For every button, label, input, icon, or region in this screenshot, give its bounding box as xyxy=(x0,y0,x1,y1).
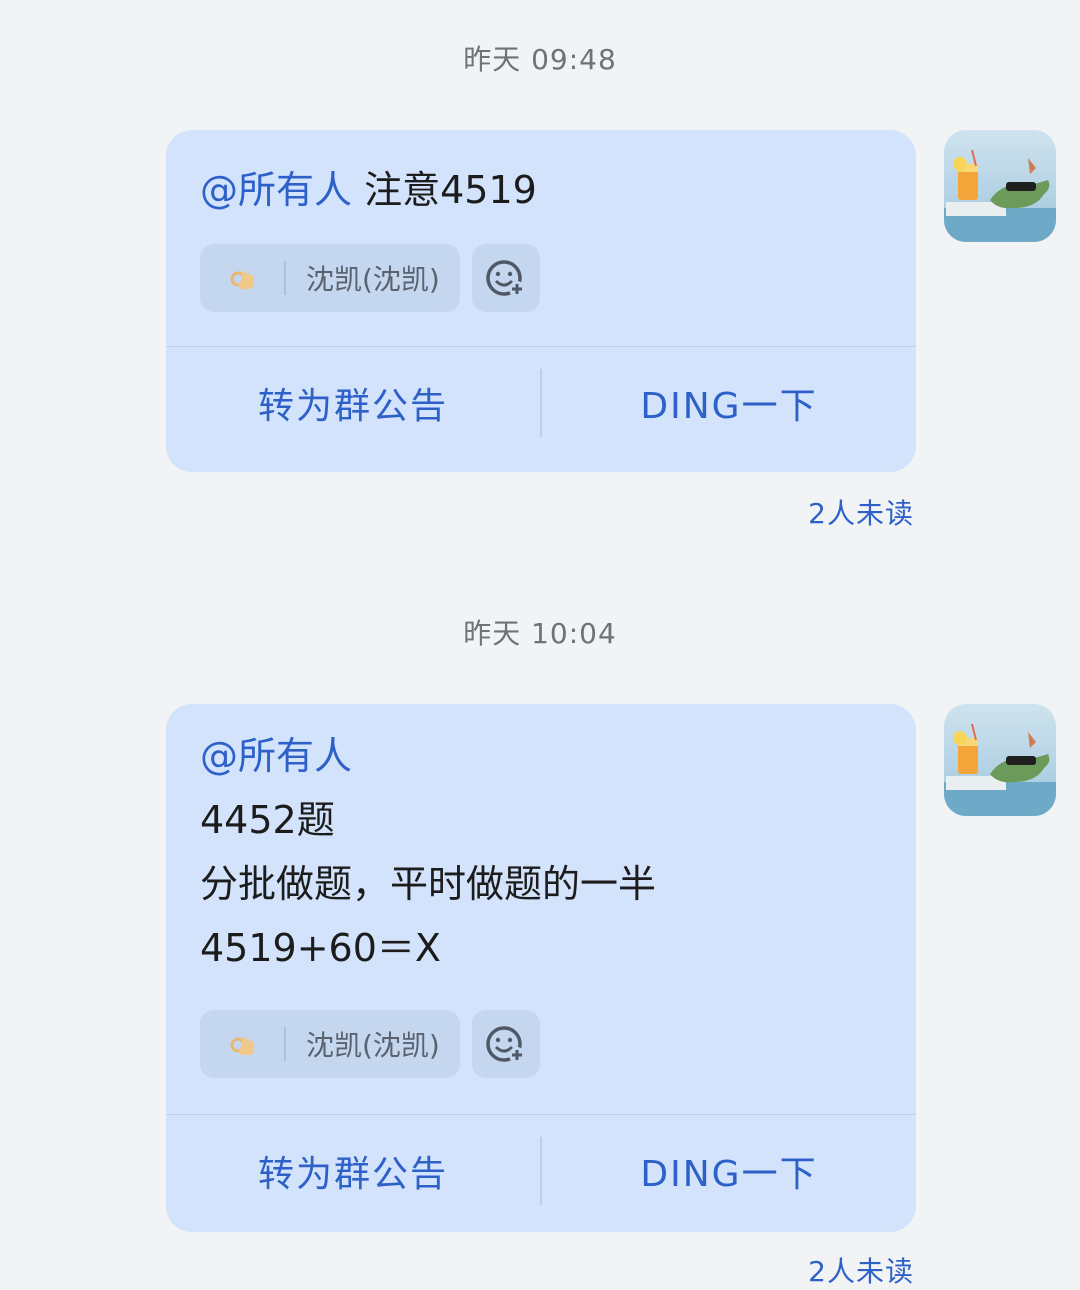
reaction-divider xyxy=(284,261,286,295)
read-status[interactable]: 2人未读 xyxy=(808,492,914,532)
reaction-divider xyxy=(284,1027,286,1061)
pin-announcement-button[interactable]: 转为群公告 xyxy=(166,347,540,459)
reactions-row: 沈凯(沈凯) xyxy=(200,244,882,312)
message-text-line: 4452题 xyxy=(200,798,335,842)
add-reaction-button[interactable] xyxy=(471,1010,540,1078)
add-emoji-icon xyxy=(486,260,525,297)
timestamp: 昨天 10:04 xyxy=(463,617,617,650)
reaction-chip[interactable]: 沈凯(沈凯) xyxy=(200,1010,460,1078)
message-actions: 转为群公告 DING一下 xyxy=(166,346,916,459)
mention-all[interactable]: @所有人 xyxy=(200,734,352,778)
pin-announcement-button[interactable]: 转为群公告 xyxy=(166,1115,540,1227)
read-status[interactable]: 2人未读 xyxy=(808,1250,914,1290)
message-actions: 转为群公告 DING一下 xyxy=(166,1114,916,1227)
ding-button[interactable]: DING一下 xyxy=(542,347,916,459)
reaction-chip[interactable]: 沈凯(沈凯) xyxy=(200,244,460,312)
ok-hand-icon xyxy=(222,258,262,298)
message-text: @所有人 注意4519 xyxy=(200,158,882,222)
message-text: @所有人 xyxy=(200,724,882,788)
sender-avatar[interactable] xyxy=(944,704,1056,816)
reaction-users: 沈凯(沈凯) xyxy=(306,1029,440,1062)
ding-button[interactable]: DING一下 xyxy=(542,1115,916,1227)
message-text-line: 注意4519 xyxy=(364,168,537,212)
timestamp: 昨天 09:48 xyxy=(463,43,617,76)
mention-all[interactable]: @所有人 xyxy=(200,168,352,212)
message-bubble[interactable]: @所有人 注意4519 沈凯(沈凯) 转为群公告 DING一下 xyxy=(166,130,916,472)
add-reaction-button[interactable] xyxy=(471,244,540,312)
message-bubble[interactable]: @所有人 4452题 分批做题，平时做题的一半 4519+60＝X 沈凯(沈凯) xyxy=(166,704,916,1232)
reactions-row: 沈凯(沈凯) xyxy=(200,1010,882,1078)
add-emoji-icon xyxy=(486,1026,525,1063)
reaction-users: 沈凯(沈凯) xyxy=(306,263,440,296)
sender-avatar[interactable] xyxy=(944,130,1056,242)
message-text-line: 4519+60＝X xyxy=(200,926,441,970)
message-text-line: 分批做题，平时做题的一半 xyxy=(200,862,657,906)
ok-hand-icon xyxy=(222,1024,262,1064)
